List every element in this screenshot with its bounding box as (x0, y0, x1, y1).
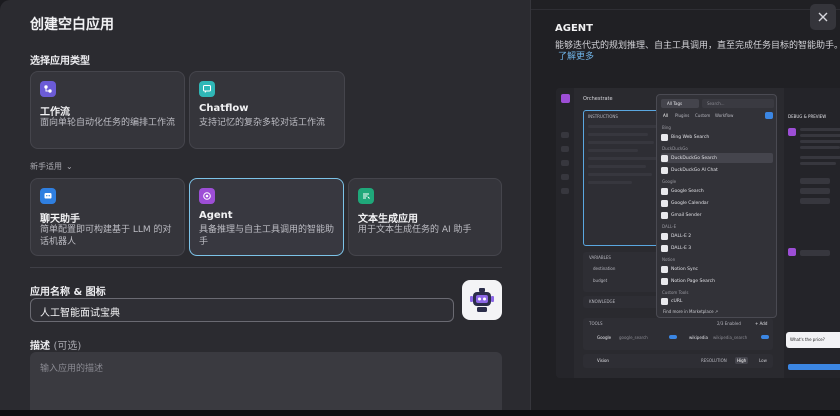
dropdown-search: Search... (707, 101, 725, 106)
dropdown-group: Bing (662, 125, 671, 130)
preview-chat-bubble: What's the price? (786, 332, 840, 348)
preview-tool-google-sub: google_search (619, 335, 648, 340)
dropdown-tab: All (663, 113, 668, 118)
app-icon-picker[interactable] (462, 280, 502, 320)
dropdown-tab: Workflow (715, 113, 734, 118)
chevron-down-icon: ⌄ (66, 162, 73, 171)
preview-add-tool: + Add (755, 321, 768, 326)
app-type-card-agent[interactable]: Agent 具备推理与自主工具调用的智能助手 (189, 178, 344, 256)
preview-tool-google: Google (597, 335, 612, 340)
chatbot-icon (40, 188, 56, 204)
beginner-toggle[interactable]: 新手适用 ⌄ (30, 161, 73, 172)
dropdown-tab: Custom (695, 113, 711, 118)
description-label-text: 描述 (30, 341, 50, 352)
preview-whats-price: What's the price? (790, 337, 825, 342)
dropdown-item: Google Calendar (661, 198, 773, 208)
dropdown-item: Gmail Sender (661, 210, 773, 220)
text-generator-icon (358, 188, 374, 204)
preview-orchestrate: Orchestrate (583, 96, 613, 102)
app-type-card-chatbot[interactable]: 聊天助手 简单配置即可构建基于 LLM 的对话机器人 (30, 178, 185, 256)
card-description: 面向单轮自动化任务的编排工作流 (40, 118, 176, 128)
preview-knowledge-label: KNOWLEDGE (589, 299, 616, 304)
dropdown-item: cURL (661, 296, 773, 306)
divider (30, 267, 502, 268)
preview-high: High (735, 357, 749, 364)
preview-tool-dropdown: All Tags Search... All Plugins Custom Wo… (656, 94, 777, 318)
card-description: 简单配置即可构建基于 LLM 的对话机器人 (40, 225, 172, 247)
app-name-input[interactable]: 人工智能面试宝典 (30, 298, 454, 322)
preview-instructions-label: INSTRUCTIONS (588, 114, 618, 119)
app-type-card-chatflow[interactable]: Chatflow 支持记忆的复杂多轮对话工作流 (189, 71, 345, 149)
dropdown-group: Custom Tools (662, 290, 689, 295)
preview-title: AGENT (555, 23, 593, 34)
dropdown-item: Notion Page Search (661, 276, 773, 286)
dropdown-find-more: Find more in Marketplace ↗ (663, 309, 719, 314)
preview-panel: AGENT 能够迭代式的规划推理、自主工具调用，直至完成任务目标的智能助手。 了… (530, 0, 840, 410)
agent-icon (561, 94, 570, 103)
bottom-strip (0, 410, 840, 416)
preview-tool-wikipedia-sub: wikipedia_search (713, 335, 748, 340)
dropdown-group: DuckDuckGo (662, 146, 688, 151)
preview-debug-column: DEBUG & PREVIEW What's the price? (784, 88, 840, 378)
dropdown-item: Notion Sync (661, 264, 773, 274)
card-title: 聊天助手 (40, 214, 80, 225)
preview-tools-enabled: 2/3 Enabled (717, 321, 741, 326)
preview-tool-wikipedia: wikipedia (689, 335, 708, 340)
dropdown-group: DALL-E (662, 224, 677, 229)
preview-description: 能够迭代式的规划推理、自主工具调用，直至完成任务目标的智能助手。 (555, 41, 840, 51)
robot-icon (470, 288, 494, 312)
dropdown-item: Google Search (661, 186, 773, 196)
dropdown-group: Google (662, 179, 677, 184)
card-description: 支持记忆的复杂多轮对话工作流 (199, 118, 326, 128)
preview-low: Low (759, 358, 767, 363)
dropdown-item: Bing Web Search (661, 132, 773, 142)
workflow-icon (40, 81, 56, 97)
preview-vision: Vision RESOLUTION High Low (583, 354, 773, 368)
preview-tools-label: TOOLS (589, 321, 603, 326)
card-title: Agent (199, 210, 233, 221)
dropdown-tab: Plugins (675, 113, 690, 118)
agent-preview-image: Orchestrate INSTRUCTIONS VARIABLES desti… (556, 88, 840, 378)
dropdown-item: DuckDuckGo Search (661, 153, 773, 163)
card-description: 用于文本生成任务的 AI 助手 (358, 225, 472, 235)
dialog-title: 创建空白应用 (30, 17, 114, 33)
dropdown-all-tags: All Tags (667, 101, 683, 106)
form-panel: 创建空白应用 选择应用类型 工作流 面向单轮自动化任务的编排工作流 Chatfl… (0, 0, 530, 410)
card-description: 具备推理与自主工具调用的智能助手 (199, 225, 335, 247)
name-icon-label: 应用名称 & 图标 (30, 287, 106, 298)
preview-debug-label: DEBUG & PREVIEW (788, 114, 827, 119)
preview-var-budget: budget (593, 278, 608, 283)
divider (531, 9, 840, 10)
preview-vision-label: Vision (597, 358, 609, 363)
close-button[interactable] (810, 4, 836, 30)
agent-icon (199, 188, 215, 204)
dropdown-item: DALL-E 2 (661, 231, 773, 241)
app-type-card-workflow[interactable]: 工作流 面向单轮自动化任务的编排工作流 (30, 71, 185, 149)
app-type-label: 选择应用类型 (30, 56, 90, 67)
app-type-card-text-generator[interactable]: 文本生成应用 用于文本生成任务的 AI 助手 (348, 178, 502, 256)
preview-variables-label: VARIABLES (589, 255, 611, 260)
card-title: Chatflow (199, 103, 249, 114)
dropdown-item: DALL-E 3 (661, 243, 773, 253)
preview-tools: TOOLS 2/3 Enabled + Add Google google_se… (583, 318, 773, 350)
preview-var-destination: destination (593, 266, 616, 271)
dropdown-group: Notion (662, 257, 676, 262)
beginner-label: 新手适用 (30, 162, 62, 171)
chatflow-icon (199, 81, 215, 97)
description-label: 描述 (可选) (30, 337, 81, 352)
learn-more-link[interactable]: 了解更多 (558, 49, 594, 62)
create-app-dialog: 创建空白应用 选择应用类型 工作流 面向单轮自动化任务的编排工作流 Chatfl… (0, 0, 840, 410)
card-title: 文本生成应用 (358, 214, 418, 225)
preview-instructions-box: INSTRUCTIONS (583, 110, 663, 246)
close-icon (818, 12, 828, 22)
dropdown-item: DuckDuckGo AI Chat (661, 165, 773, 175)
optional-hint: (可选) (53, 341, 82, 352)
description-textarea[interactable]: 输入应用的描述 (30, 352, 502, 410)
preview-resolution: RESOLUTION (701, 358, 727, 363)
card-title: 工作流 (40, 107, 70, 118)
